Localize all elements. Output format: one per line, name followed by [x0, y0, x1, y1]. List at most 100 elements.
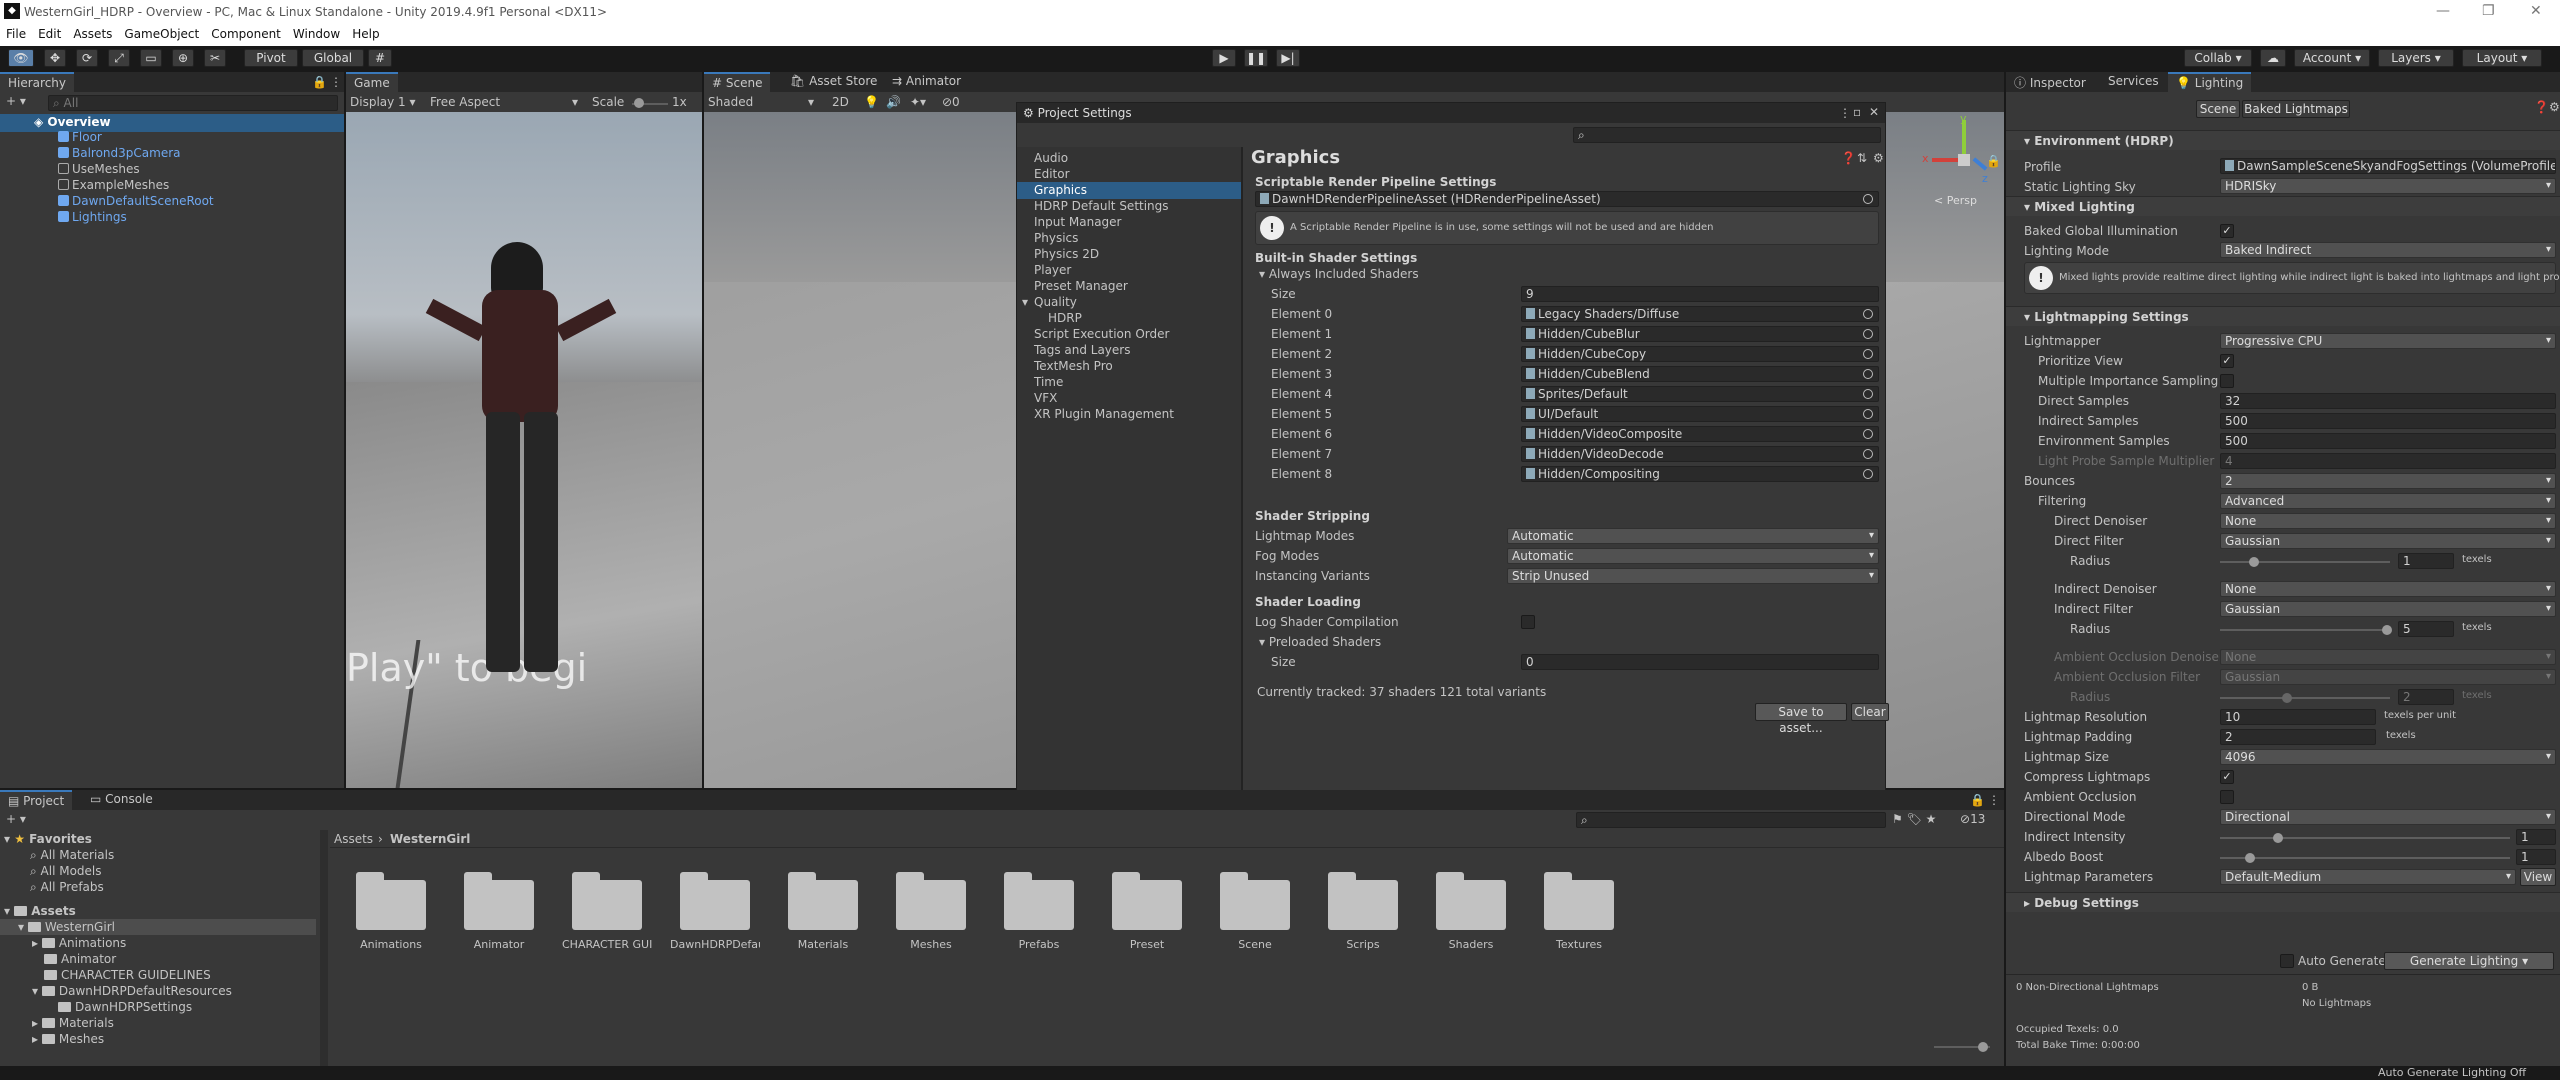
- preloaded-size-field[interactable]: 0: [1521, 654, 1879, 670]
- nav-hdrp[interactable]: HDRP: [1048, 311, 1082, 325]
- instancing-dropdown[interactable]: Strip Unused: [1507, 568, 1879, 584]
- fav-all-models[interactable]: ⌕ All Models: [30, 864, 102, 879]
- tab-animator[interactable]: ⇉ Animator: [884, 72, 969, 92]
- shader-element-field[interactable]: Legacy Shaders/Diffuse: [1521, 306, 1879, 322]
- nav-hdrp-default[interactable]: HDRP Default Settings: [1034, 199, 1169, 213]
- nav-tags-layers[interactable]: Tags and Layers: [1034, 343, 1130, 357]
- object-picker-icon[interactable]: [1863, 194, 1873, 204]
- folder-icon[interactable]: [896, 870, 966, 930]
- tree-animator[interactable]: Animator: [44, 952, 116, 966]
- radius-slider-knob[interactable]: [2249, 557, 2260, 567]
- folder-label[interactable]: Animator: [454, 938, 544, 951]
- shader-element-field[interactable]: Hidden/CubeCopy: [1521, 346, 1879, 362]
- shader-element-field[interactable]: Hidden/Compositing: [1521, 466, 1879, 482]
- lm-row-drop[interactable]: Gaussian: [2220, 669, 2556, 685]
- nav-xr[interactable]: XR Plugin Management: [1034, 407, 1174, 421]
- shader-element-field[interactable]: UI/Default: [1521, 406, 1879, 422]
- tree-dawnhdrp-resources[interactable]: ▾ DawnHDRPDefaultResources: [32, 984, 232, 998]
- subtab-baked-lightmaps[interactable]: Baked Lightmaps: [2242, 100, 2350, 118]
- nav-physics2d[interactable]: Physics 2D: [1034, 247, 1099, 261]
- tab-lighting[interactable]: 💡 Lighting: [2168, 72, 2252, 92]
- lm-row-drop[interactable]: None: [2220, 581, 2556, 597]
- folder-label[interactable]: Preset: [1102, 938, 1192, 951]
- radius-field[interactable]: 1: [2398, 553, 2454, 569]
- folder-label[interactable]: Meshes: [886, 938, 976, 951]
- radius-slider-knob[interactable]: [2282, 693, 2293, 703]
- breadcrumb-westerngirl[interactable]: WesternGirl: [390, 832, 470, 846]
- object-picker-icon[interactable]: [1863, 369, 1873, 379]
- mixed-section-header[interactable]: ▾ Mixed Lighting: [2006, 196, 2560, 216]
- lm-section-header[interactable]: ▾ Lightmapping Settings: [2006, 306, 2560, 326]
- menu-assets[interactable]: Assets: [67, 24, 118, 41]
- breadcrumb-assets[interactable]: Assets: [334, 832, 373, 846]
- shading-dropdown[interactable]: Shaded: [708, 95, 753, 109]
- tab-scene[interactable]: # Scene: [704, 72, 771, 92]
- hierarchy-item-floor[interactable]: Floor: [58, 130, 102, 144]
- icon-size-knob[interactable]: [1978, 1042, 1988, 1052]
- folder-label[interactable]: Scrips: [1318, 938, 1408, 951]
- tree-scrollbar[interactable]: [320, 830, 328, 1066]
- lightmap-modes-dropdown[interactable]: Automatic: [1507, 528, 1879, 544]
- nav-textmesh-pro[interactable]: TextMesh Pro: [1034, 359, 1113, 373]
- gizmo-x-axis[interactable]: [1932, 158, 1958, 162]
- lm-row-field[interactable]: 10: [2220, 709, 2376, 725]
- lighting-toggle-icon[interactable]: 💡: [864, 95, 879, 109]
- move-tool-icon[interactable]: ✥: [44, 49, 66, 67]
- lm-row-field[interactable]: 500: [2220, 413, 2556, 429]
- nav-player[interactable]: Player: [1034, 263, 1071, 277]
- static-sky-dropdown[interactable]: HDRISky: [2220, 178, 2556, 194]
- folder-icon[interactable]: [464, 870, 534, 930]
- lm-params-dropdown[interactable]: Default-Medium: [2220, 869, 2516, 885]
- lm-row-drop[interactable]: Gaussian: [2220, 533, 2556, 549]
- folder-label[interactable]: Materials: [778, 938, 868, 951]
- radius-slider[interactable]: [2220, 629, 2390, 631]
- nav-preset-manager[interactable]: Preset Manager: [1034, 279, 1128, 293]
- maximize-icon[interactable]: ❐: [2482, 3, 2495, 19]
- gizmo-lock-icon[interactable]: 🔒: [1986, 154, 2001, 168]
- nav-quality-expand-icon[interactable]: ▾: [1022, 295, 1028, 309]
- create-plus-icon[interactable]: + ▾: [6, 812, 26, 826]
- folder-label[interactable]: DawnHDRPDefaul...: [670, 938, 760, 951]
- folder-icon[interactable]: [356, 870, 426, 930]
- tab-game[interactable]: Game: [346, 72, 398, 92]
- nav-editor[interactable]: Editor: [1034, 167, 1070, 181]
- pause-button[interactable]: ❚❚: [1244, 49, 1268, 67]
- more-icon[interactable]: ⋮: [330, 75, 342, 89]
- settings-search-input[interactable]: ⌕: [1573, 127, 1881, 143]
- fav-all-prefabs[interactable]: ⌕ All Prefabs: [30, 880, 104, 895]
- nav-audio[interactable]: Audio: [1034, 151, 1068, 165]
- custom-tool-icon[interactable]: ✂: [204, 49, 226, 67]
- shader-element-field[interactable]: Hidden/VideoComposite: [1521, 426, 1879, 442]
- clear-button[interactable]: Clear: [1851, 703, 1889, 721]
- layout-dropdown[interactable]: Layout ▾: [2462, 49, 2542, 67]
- lock-icon[interactable]: 🔒: [312, 75, 327, 89]
- lm-row-drop[interactable]: 2: [2220, 473, 2556, 489]
- lm-row-drop[interactable]: Directional: [2220, 809, 2556, 825]
- intensity-field[interactable]: 1: [2516, 829, 2556, 845]
- lm-row-checkbox[interactable]: ✓: [2220, 354, 2234, 368]
- aspect-dropdown[interactable]: Free Aspect: [430, 95, 500, 109]
- lock-icon[interactable]: 🔒: [1970, 793, 1985, 807]
- create-plus-icon[interactable]: + ▾: [6, 94, 26, 108]
- window-close-icon[interactable]: ✕: [1869, 105, 1879, 119]
- lm-row-drop[interactable]: Gaussian: [2220, 601, 2556, 617]
- subtab-scene[interactable]: Scene: [2196, 100, 2240, 118]
- effects-toggle-icon[interactable]: ✦▾: [910, 95, 926, 109]
- toggle-2d-button[interactable]: 2D: [832, 95, 849, 109]
- hierarchy-search-input[interactable]: ⌕ All: [48, 95, 338, 111]
- hierarchy-item-examplemeshes[interactable]: ExampleMeshes: [58, 178, 169, 192]
- nav-script-execution[interactable]: Script Execution Order: [1034, 327, 1169, 341]
- generate-lighting-button[interactable]: Generate Lighting ▾: [2384, 952, 2554, 970]
- auto-generate-checkbox[interactable]: [2280, 954, 2294, 968]
- object-picker-icon[interactable]: [1863, 309, 1873, 319]
- folder-icon[interactable]: [1112, 870, 1182, 930]
- intensity-slider[interactable]: [2220, 857, 2510, 859]
- fog-modes-dropdown[interactable]: Automatic: [1507, 548, 1879, 564]
- grid-snap-icon[interactable]: #: [368, 49, 392, 67]
- lm-row-checkbox[interactable]: ✓: [2220, 770, 2234, 784]
- favorites-folder[interactable]: ▾ ★ Favorites: [4, 832, 92, 846]
- folder-icon[interactable]: [1544, 870, 1614, 930]
- hand-tool-icon[interactable]: 👁: [8, 49, 34, 67]
- radius-field[interactable]: 5: [2398, 621, 2454, 637]
- settings-gear-icon[interactable]: ⚙: [1873, 151, 1884, 165]
